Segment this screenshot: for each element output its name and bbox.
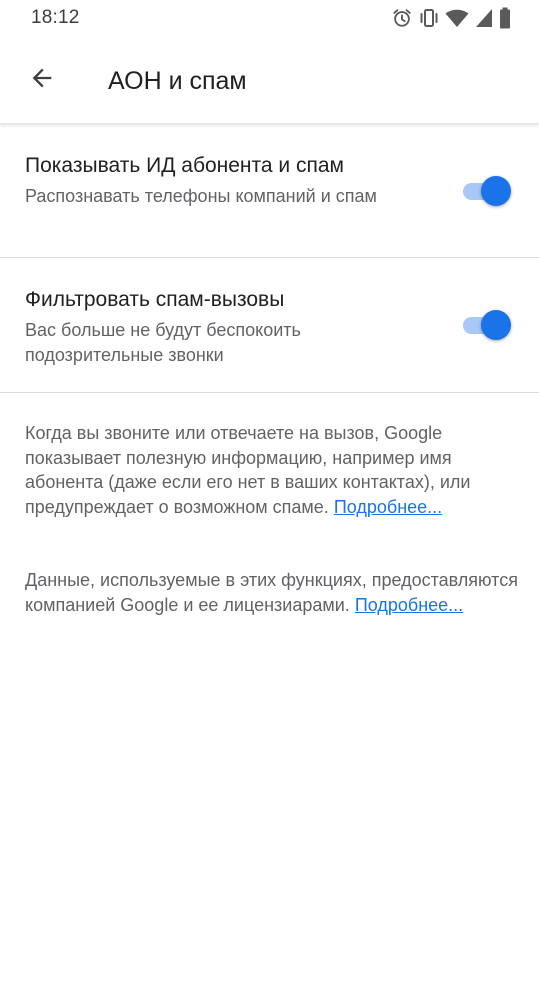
setting-title: Фильтровать спам-вызовы (25, 288, 285, 311)
vibrate-icon (419, 7, 439, 29)
setting-title: Показывать ИД абонента и спам (25, 154, 344, 177)
alarm-icon (391, 7, 413, 29)
info-paragraph-caller-id: Когда вы звоните или отвечаете на вызов,… (25, 421, 520, 519)
status-icons (391, 6, 511, 30)
status-bar: 18:12 (0, 0, 539, 36)
arrow-back-icon (28, 64, 56, 97)
app-bar: АОН и спам (0, 36, 539, 124)
status-time: 18:12 (31, 7, 80, 28)
back-button[interactable] (20, 58, 64, 102)
signal-icon (475, 8, 493, 28)
toggle-thumb (481, 176, 511, 206)
page-title: АОН и спам (108, 67, 247, 95)
setting-filter-spam[interactable]: Фильтровать спам-вызовы Вас больше не бу… (0, 258, 539, 393)
wifi-icon (445, 8, 469, 28)
battery-icon (499, 7, 511, 29)
setting-subtitle: Вас больше не будут беспокоить подозрите… (25, 320, 301, 365)
info-paragraph-data-source: Данные, используемые в этих функциях, пр… (25, 568, 520, 617)
toggle-thumb (481, 310, 511, 340)
setting-subtitle: Распознавать телефоны компаний и спам (25, 186, 377, 206)
caller-id-toggle[interactable] (461, 174, 511, 208)
setting-show-caller-id[interactable]: Показывать ИД абонента и спам Распознава… (0, 124, 539, 258)
learn-more-link[interactable]: Подробнее... (355, 595, 463, 615)
filter-spam-toggle[interactable] (461, 308, 511, 342)
learn-more-link[interactable]: Подробнее... (334, 497, 442, 517)
